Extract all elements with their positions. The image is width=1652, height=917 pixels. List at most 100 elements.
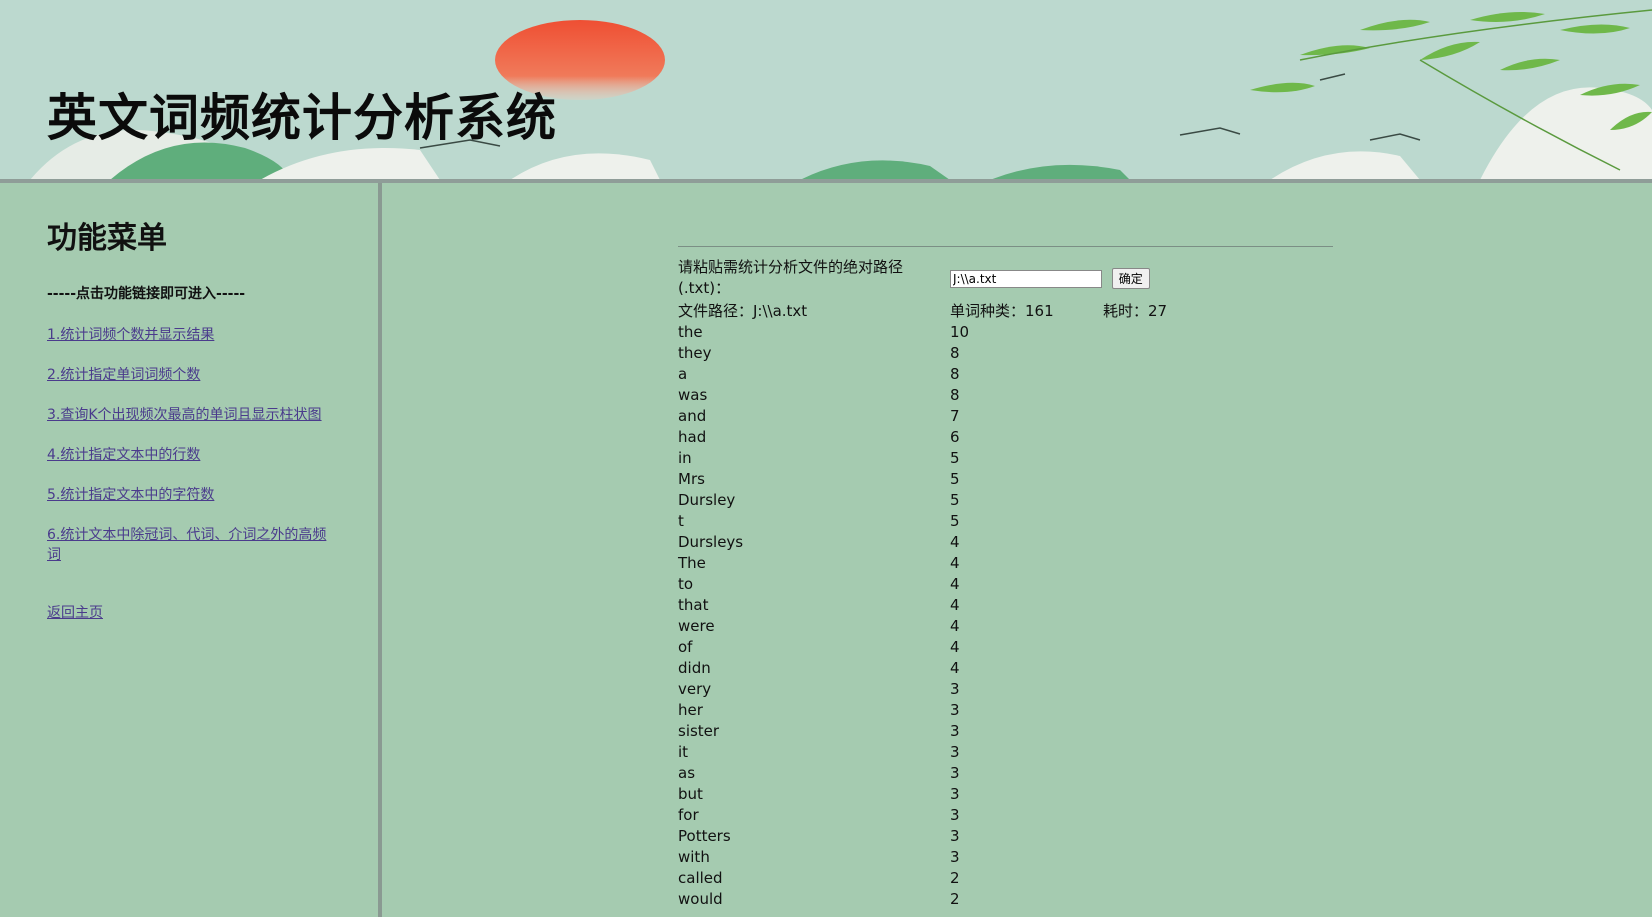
path-prompt: 请粘贴需统计分析文件的绝对路径(.txt)：	[678, 258, 904, 297]
word-cell: as	[678, 764, 696, 782]
count-cell: 3	[950, 743, 960, 761]
menu-item-char-count[interactable]: 5.统计指定文本中的字符数	[47, 485, 337, 505]
count-cell: 3	[950, 722, 960, 740]
count-cell: 8	[950, 344, 960, 362]
site-title: 英文词频统计分析系统	[47, 89, 557, 147]
word-cell: her	[678, 701, 703, 719]
count-cell: 4	[950, 533, 960, 551]
word-row: Dursley 5	[678, 490, 1333, 511]
word-row: they 8	[678, 343, 1333, 364]
word-cell: a	[678, 365, 688, 383]
word-types-text: 单词种类：161	[950, 302, 1054, 320]
count-cell: 4	[950, 638, 960, 656]
count-cell: 3	[950, 806, 960, 824]
path-form: 请粘贴需统计分析文件的绝对路径(.txt)： 确定	[678, 257, 1333, 299]
count-cell: 4	[950, 554, 960, 572]
word-row: to 4	[678, 574, 1333, 595]
word-cell: they	[678, 344, 712, 362]
word-row: would 2	[678, 889, 1333, 910]
count-cell: 3	[950, 701, 960, 719]
word-cell: didn	[678, 659, 711, 677]
word-row: in 5	[678, 448, 1333, 469]
word-row: very 3	[678, 679, 1333, 700]
word-cell: for	[678, 806, 699, 824]
count-cell: 5	[950, 491, 960, 509]
count-cell: 4	[950, 659, 960, 677]
count-cell: 7	[950, 407, 960, 425]
main-content: 请粘贴需统计分析文件的绝对路径(.txt)： 确定 文件路径：J:\\a.txt…	[386, 183, 1652, 917]
word-row: that 4	[678, 595, 1333, 616]
word-row: a8	[678, 364, 1333, 385]
word-cell: Dursleys	[678, 533, 744, 551]
word-row: The 4	[678, 553, 1333, 574]
word-row: was 8	[678, 385, 1333, 406]
word-cell: and	[678, 407, 707, 425]
count-cell: 6	[950, 428, 960, 446]
count-cell: 2	[950, 890, 960, 908]
word-row: for 3	[678, 805, 1333, 826]
word-cell: would	[678, 890, 723, 908]
summary-row: 文件路径：J:\\a.txt 单词种类：161 耗时：27	[678, 301, 1333, 322]
menu-item-line-count[interactable]: 4.统计指定文本中的行数	[47, 445, 337, 465]
count-cell: 5	[950, 449, 960, 467]
word-cell: in	[678, 449, 692, 467]
word-row: with 3	[678, 847, 1333, 868]
header-banner: 英文词频统计分析系统	[0, 0, 1652, 183]
word-row: were 4	[678, 616, 1333, 637]
word-cell: Mrs	[678, 470, 705, 488]
menu-item-high-frequency[interactable]: 6.统计文本中除冠词、代词、介词之外的高频词	[47, 525, 337, 565]
word-row: but 3	[678, 784, 1333, 805]
word-cell: Potters	[678, 827, 731, 845]
word-row: Mrs 5	[678, 469, 1333, 490]
word-row: of 4	[678, 637, 1333, 658]
result-panel: 请粘贴需统计分析文件的绝对路径(.txt)： 确定 文件路径：J:\\a.txt…	[678, 246, 1333, 910]
count-cell: 4	[950, 617, 960, 635]
count-cell: 3	[950, 764, 960, 782]
word-cell: it	[678, 743, 689, 761]
word-frequency-list: the 10 they 8 a 8 was 8 and 7 had 6 in 5 Mrs 5 Dursley 5 t…	[678, 322, 1333, 910]
word-cell: sister	[678, 722, 720, 740]
back-home-link[interactable]: 返回主页	[47, 603, 337, 623]
word-row: t5	[678, 511, 1333, 532]
count-cell: 3	[950, 785, 960, 803]
count-cell: 4	[950, 596, 960, 614]
count-cell: 4	[950, 575, 960, 593]
word-row: as 3	[678, 763, 1333, 784]
file-path-text: 文件路径：J:\\a.txt	[678, 302, 808, 320]
word-cell: t	[678, 512, 684, 530]
word-row: had 6	[678, 427, 1333, 448]
word-row: called 2	[678, 868, 1333, 889]
word-cell: to	[678, 575, 694, 593]
path-input[interactable]	[950, 269, 1102, 288]
word-cell: had	[678, 428, 707, 446]
menu-item-top-k-chart[interactable]: 3.查询K个出现频次最高的单词且显示柱状图	[47, 405, 337, 425]
count-cell: 3	[950, 848, 960, 866]
word-cell: were	[678, 617, 715, 635]
word-row: the 10	[678, 322, 1333, 343]
menu-list: 1.统计词频个数并显示结果 2.统计指定单词词频个数 3.查询K个出现频次最高的…	[47, 325, 337, 623]
time-text: 耗时：27	[1103, 302, 1168, 320]
word-cell: the	[678, 323, 703, 341]
word-cell: Dursley	[678, 491, 736, 509]
word-cell: called	[678, 869, 723, 887]
menu-item-word-frequency[interactable]: 1.统计词频个数并显示结果	[47, 325, 337, 345]
count-cell: 8	[950, 365, 960, 383]
word-cell: The	[678, 554, 706, 572]
path-controls: 确定	[950, 267, 1150, 289]
word-row: Dursleys 4	[678, 532, 1333, 553]
word-row: it 3	[678, 742, 1333, 763]
menu-item-specific-word[interactable]: 2.统计指定单词词频个数	[47, 365, 337, 385]
count-cell: 2	[950, 869, 960, 887]
word-cell: was	[678, 386, 708, 404]
word-row: sister 3	[678, 721, 1333, 742]
word-row: didn 4	[678, 658, 1333, 679]
menu-title: 功能菜单	[47, 221, 167, 256]
count-cell: 3	[950, 827, 960, 845]
menu-hint: -----点击功能链接即可进入-----	[47, 286, 246, 302]
count-cell: 5	[950, 470, 960, 488]
word-row: her 3	[678, 700, 1333, 721]
count-cell: 10	[950, 323, 970, 341]
count-cell: 5	[950, 512, 960, 530]
word-cell: with	[678, 848, 710, 866]
confirm-button[interactable]: 确定	[1111, 267, 1150, 289]
